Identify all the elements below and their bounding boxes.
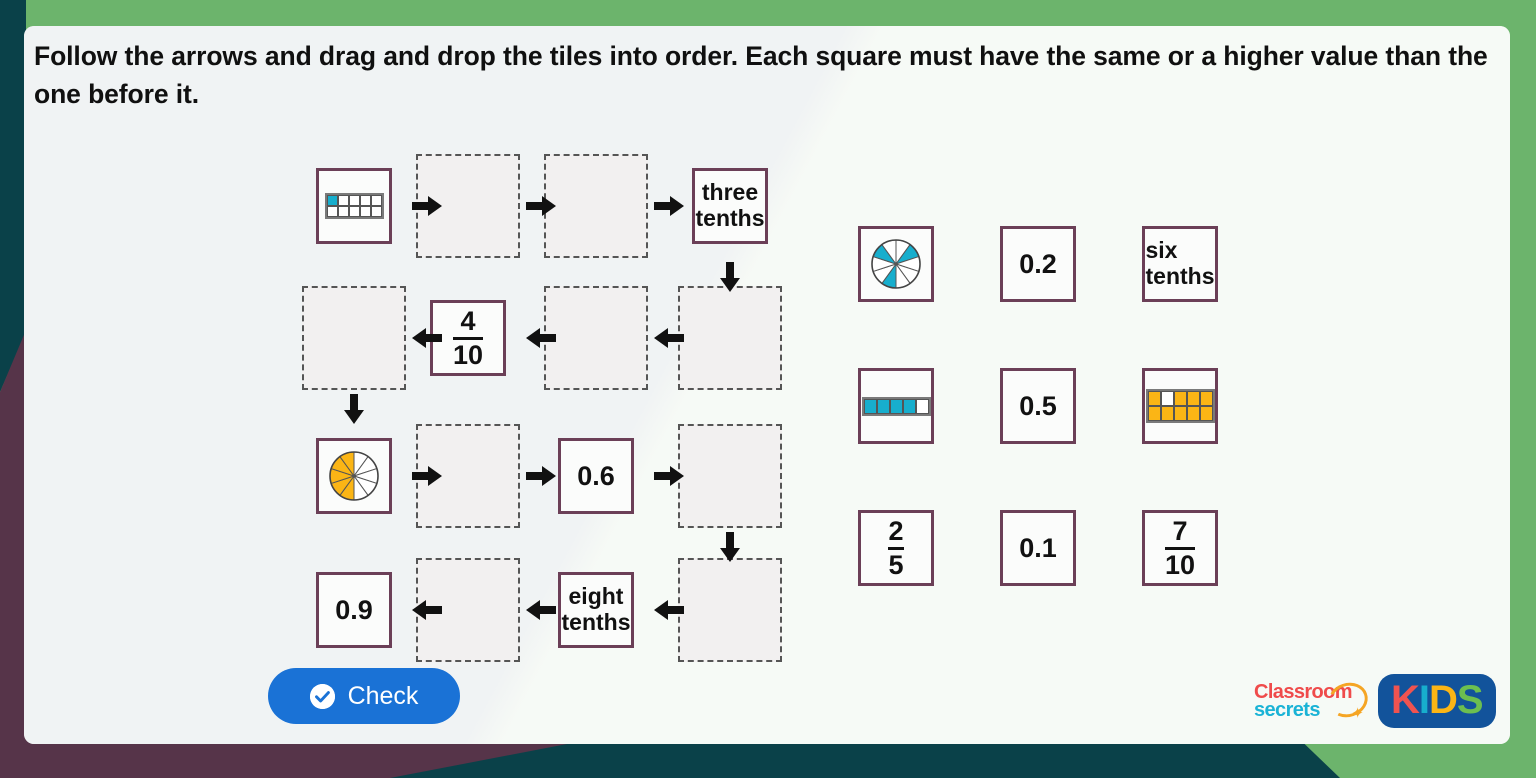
kids-logo-s: S — [1456, 678, 1484, 722]
drop-slot[interactable] — [302, 286, 406, 390]
kids-logo: K I D S — [1377, 674, 1496, 728]
drop-slot[interactable] — [678, 424, 782, 528]
decimal-value: 0.1 — [1019, 532, 1057, 563]
draggable-tile[interactable]: 25 — [858, 510, 934, 586]
decimal-value: 0.2 — [1019, 248, 1057, 279]
flow-tile — [316, 438, 392, 514]
grid-model-icon — [1145, 389, 1215, 423]
flow-tile: eight tenths — [558, 572, 634, 648]
drop-slot[interactable] — [678, 558, 782, 662]
draggable-tile[interactable]: 7 10 — [1142, 510, 1218, 586]
flow-arrow-left — [412, 326, 442, 350]
word-value: eight tenths — [561, 583, 631, 635]
flow-arrow-right — [412, 464, 442, 488]
flow-arrow-down — [718, 262, 742, 292]
flow-tile — [316, 168, 392, 244]
flow-arrow-left — [526, 326, 556, 350]
flow-arrow-right — [412, 194, 442, 218]
pie-model-icon — [329, 451, 379, 501]
check-button[interactable]: Check — [268, 668, 460, 724]
activity-card: Follow the arrows and drag and drop the … — [24, 26, 1510, 744]
kids-logo-d: D — [1429, 678, 1458, 722]
flow-arrow-left — [654, 598, 684, 622]
flow-arrow-right — [526, 194, 556, 218]
grid-model-icon — [324, 193, 384, 219]
flow-diagram: three tenths 4 10 0.6 0.9 eight tenths — [288, 134, 828, 674]
check-circle-icon — [309, 683, 335, 709]
drop-slot[interactable] — [678, 286, 782, 390]
classroom-secrets-logo: Classroom secrets ✦ — [1254, 677, 1373, 723]
drop-slot[interactable] — [544, 154, 648, 258]
flow-arrow-down — [718, 532, 742, 562]
draggable-tile[interactable]: 0.2 — [1000, 226, 1076, 302]
flow-arrow-right — [654, 464, 684, 488]
flow-arrow-left — [654, 326, 684, 350]
draggable-tile[interactable]: 0.5 — [1000, 368, 1076, 444]
logo-group: Classroom secrets ✦ K I D S — [1254, 674, 1496, 728]
draggable-tile[interactable] — [858, 368, 934, 444]
flow-tile: 0.9 — [316, 572, 392, 648]
flow-arrow-left — [412, 598, 442, 622]
instruction-text: Follow the arrows and drag and drop the … — [34, 41, 1488, 109]
star-icon: ✦ — [1351, 705, 1364, 722]
flow-arrow-down — [342, 394, 366, 424]
decimal-value: 0.9 — [335, 594, 373, 625]
kids-logo-i: I — [1418, 678, 1430, 722]
flow-arrow-right — [526, 464, 556, 488]
drop-slot[interactable] — [544, 286, 648, 390]
fraction: 7 10 — [1164, 516, 1196, 579]
draggable-tile[interactable]: 0.1 — [1000, 510, 1076, 586]
flow-tile: three tenths — [692, 168, 768, 244]
kids-logo-k: K — [1390, 678, 1420, 722]
check-button-label: Check — [347, 681, 419, 710]
fraction-denominator: 5 — [888, 546, 904, 579]
draggable-tile[interactable] — [1142, 368, 1218, 444]
flow-arrow-right — [654, 194, 684, 218]
bar-model-icon — [861, 396, 931, 416]
fraction: 4 10 — [452, 306, 484, 369]
flow-arrow-left — [526, 598, 556, 622]
decimal-value: 0.6 — [577, 460, 615, 491]
fraction-numerator: 4 — [460, 306, 476, 337]
decimal-value: 0.5 — [1019, 390, 1057, 421]
fraction-numerator: 2 — [888, 516, 904, 547]
draggable-tile[interactable] — [858, 226, 934, 302]
pie-model-icon — [871, 239, 921, 289]
flow-tile: 0.6 — [558, 438, 634, 514]
word-value: six tenths — [1145, 237, 1215, 289]
draggable-tile[interactable]: six tenths — [1142, 226, 1218, 302]
fraction: 25 — [885, 517, 906, 579]
fraction-numerator: 7 — [1172, 516, 1188, 547]
word-value: three tenths — [695, 179, 765, 231]
fraction-denominator: 10 — [1164, 546, 1196, 579]
fraction-denominator: 10 — [452, 336, 484, 369]
